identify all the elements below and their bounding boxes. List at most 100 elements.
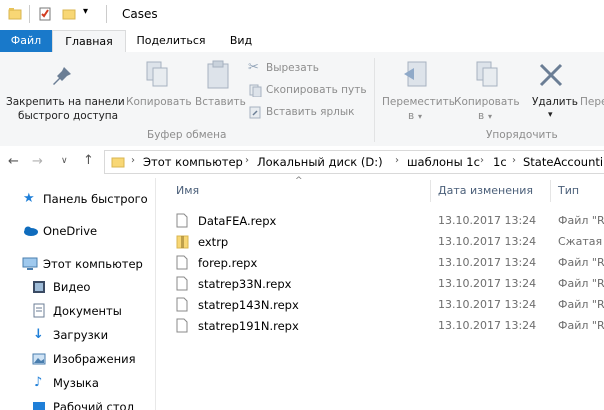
file-row[interactable]: statrep33N.repx 13.10.2017 13:24 Файл "R… (168, 274, 604, 295)
file-name: statrep143N.repx (198, 298, 299, 312)
file-date: 13.10.2017 13:24 (438, 277, 537, 290)
file-icon (176, 255, 188, 270)
tab-home[interactable]: Главная (52, 30, 126, 54)
nav-item-music[interactable]: ♪ Музыка (0, 372, 155, 394)
file-name: statrep33N.repx (198, 277, 292, 291)
copy-label: Копировать (126, 96, 192, 108)
file-name: forep.repx (198, 256, 258, 270)
pin-label-line2: быстрого доступа (18, 110, 119, 122)
clipboard-group-label: Буфер обмена (147, 129, 227, 141)
delete-x-icon (539, 63, 563, 87)
delete-label: Удалить (532, 96, 578, 108)
up-arrow-icon[interactable]: ↑ (83, 153, 94, 168)
chevron-right-icon[interactable]: › (131, 155, 135, 166)
nav-label: Видео (53, 280, 91, 294)
forward-arrow-icon[interactable]: → (32, 154, 43, 169)
clipboard-icon (207, 60, 229, 89)
paste-label: Вставить (195, 96, 246, 108)
music-note-icon: ♪ (34, 375, 43, 390)
ribbon: Закрепить на панели быстрого доступа Коп… (0, 52, 604, 147)
column-header-date[interactable]: Дата изменения (438, 184, 533, 197)
nav-item-video[interactable]: Видео (0, 276, 155, 298)
computer-icon (22, 257, 38, 270)
breadcrumb-1c[interactable]: 1с (493, 155, 507, 169)
cut-button[interactable]: ✂ Вырезать (248, 60, 368, 78)
copy-path-button[interactable]: Скопировать путь (248, 82, 370, 100)
file-name: statrep191N.repx (198, 319, 299, 333)
new-folder-icon[interactable] (62, 7, 76, 21)
star-icon: ★ (23, 191, 35, 206)
file-type: Сжатая Z (558, 235, 604, 248)
file-row[interactable]: extrp 13.10.2017 13:24 Сжатая Z (168, 232, 604, 253)
nav-item-quick-access[interactable]: ★ Панель быстрого (0, 188, 155, 210)
file-row[interactable]: forep.repx 13.10.2017 13:24 Файл "RE (168, 253, 604, 274)
organize-group-label: Упорядочить (486, 129, 558, 141)
pin-icon (53, 67, 71, 85)
dropdown-arrow-icon: ▾ (488, 112, 493, 121)
chevron-right-icon[interactable]: › (395, 155, 399, 166)
breadcrumb-stateaccounting[interactable]: StateAccounting (523, 155, 604, 169)
tab-view[interactable]: Вид (218, 30, 264, 52)
breadcrumb-this-pc[interactable]: Этот компьютер (143, 155, 243, 169)
navigation-pane: ★ Панель быстрого OneDrive Этот компьюте… (0, 178, 155, 410)
copy-to-icon (476, 61, 498, 87)
document-icon (33, 303, 45, 318)
nav-label: Панель быстрого (43, 192, 148, 206)
tab-share[interactable]: Поделиться (130, 30, 212, 52)
pin-label-line1: Закрепить на панели (6, 96, 125, 108)
nav-label: Музыка (53, 376, 99, 390)
nav-item-onedrive[interactable]: OneDrive (0, 220, 155, 242)
nav-item-desktop[interactable]: Рабочий стол (0, 396, 155, 410)
nav-label: Загрузки (53, 328, 109, 342)
address-bar[interactable]: › Этот компьютер › Локальный диск (D:) ›… (104, 150, 604, 174)
file-icon (176, 297, 188, 312)
breadcrumb-templates[interactable]: шаблоны 1с (407, 155, 480, 169)
chevron-right-icon[interactable]: › (245, 155, 249, 166)
column-divider[interactable] (430, 180, 431, 202)
copy-to-button[interactable]: Копировать в ▾ (452, 54, 520, 126)
file-type: Файл "RE (558, 277, 604, 290)
nav-item-this-pc[interactable]: Этот компьютер (0, 253, 155, 275)
nav-label: Рабочий стол (53, 400, 134, 410)
sort-ascending-icon: ^ (295, 176, 303, 186)
file-icon (176, 213, 188, 228)
video-icon (33, 281, 45, 293)
dropdown-arrow-icon: ▾ (548, 110, 553, 120)
nav-item-pictures[interactable]: Изображения (0, 348, 155, 370)
file-icon (176, 318, 188, 333)
copy-to-label: Копировать (454, 96, 520, 108)
pin-quick-access-button[interactable]: Закрепить на панели быстрого доступа (0, 54, 128, 126)
column-header-type[interactable]: Тип (558, 184, 579, 197)
file-icon (176, 276, 188, 291)
file-row[interactable]: DataFEA.repx 13.10.2017 13:24 Файл "RE (168, 211, 604, 232)
download-arrow-icon: ↓ (33, 327, 44, 342)
recent-locations-icon[interactable]: ∨ (61, 156, 68, 166)
tab-file[interactable]: Файл (0, 30, 52, 52)
chevron-right-icon[interactable]: › (512, 155, 516, 166)
window-title: Cases (122, 7, 158, 21)
file-row[interactable]: statrep143N.repx 13.10.2017 13:24 Файл "… (168, 295, 604, 316)
properties-icon[interactable] (38, 7, 52, 21)
paste-shortcut-button[interactable]: Вставить ярлык (248, 104, 368, 122)
cloud-icon (24, 226, 38, 236)
customize-quick-access-icon[interactable]: ▾ (83, 6, 88, 17)
copy-to-label-2: в (478, 110, 485, 122)
column-divider[interactable] (550, 180, 551, 202)
breadcrumb-local-disk[interactable]: Локальный диск (D:) (257, 155, 383, 169)
paste-button[interactable]: Вставить (192, 54, 246, 126)
delete-button[interactable]: Удалить ▾ (524, 54, 580, 126)
zip-folder-icon (176, 235, 189, 249)
rename-button[interactable]: Пере (580, 54, 604, 126)
chevron-right-icon[interactable]: › (480, 155, 484, 166)
move-to-button[interactable]: Переместить в ▾ (378, 54, 455, 126)
nav-item-documents[interactable]: Документы (0, 300, 155, 322)
desktop-icon (33, 402, 45, 410)
back-arrow-icon[interactable]: ← (8, 154, 19, 169)
file-row[interactable]: statrep191N.repx 13.10.2017 13:24 Файл "… (168, 316, 604, 337)
column-header-name[interactable]: Имя (176, 184, 199, 197)
ribbon-tabs: Файл Главная Поделиться Вид (0, 30, 604, 54)
nav-item-downloads[interactable]: ↓ Загрузки (0, 324, 155, 346)
copy-button[interactable]: Копировать (126, 54, 192, 126)
copy-path-icon (249, 84, 262, 97)
cut-label: Вырезать (266, 62, 319, 74)
